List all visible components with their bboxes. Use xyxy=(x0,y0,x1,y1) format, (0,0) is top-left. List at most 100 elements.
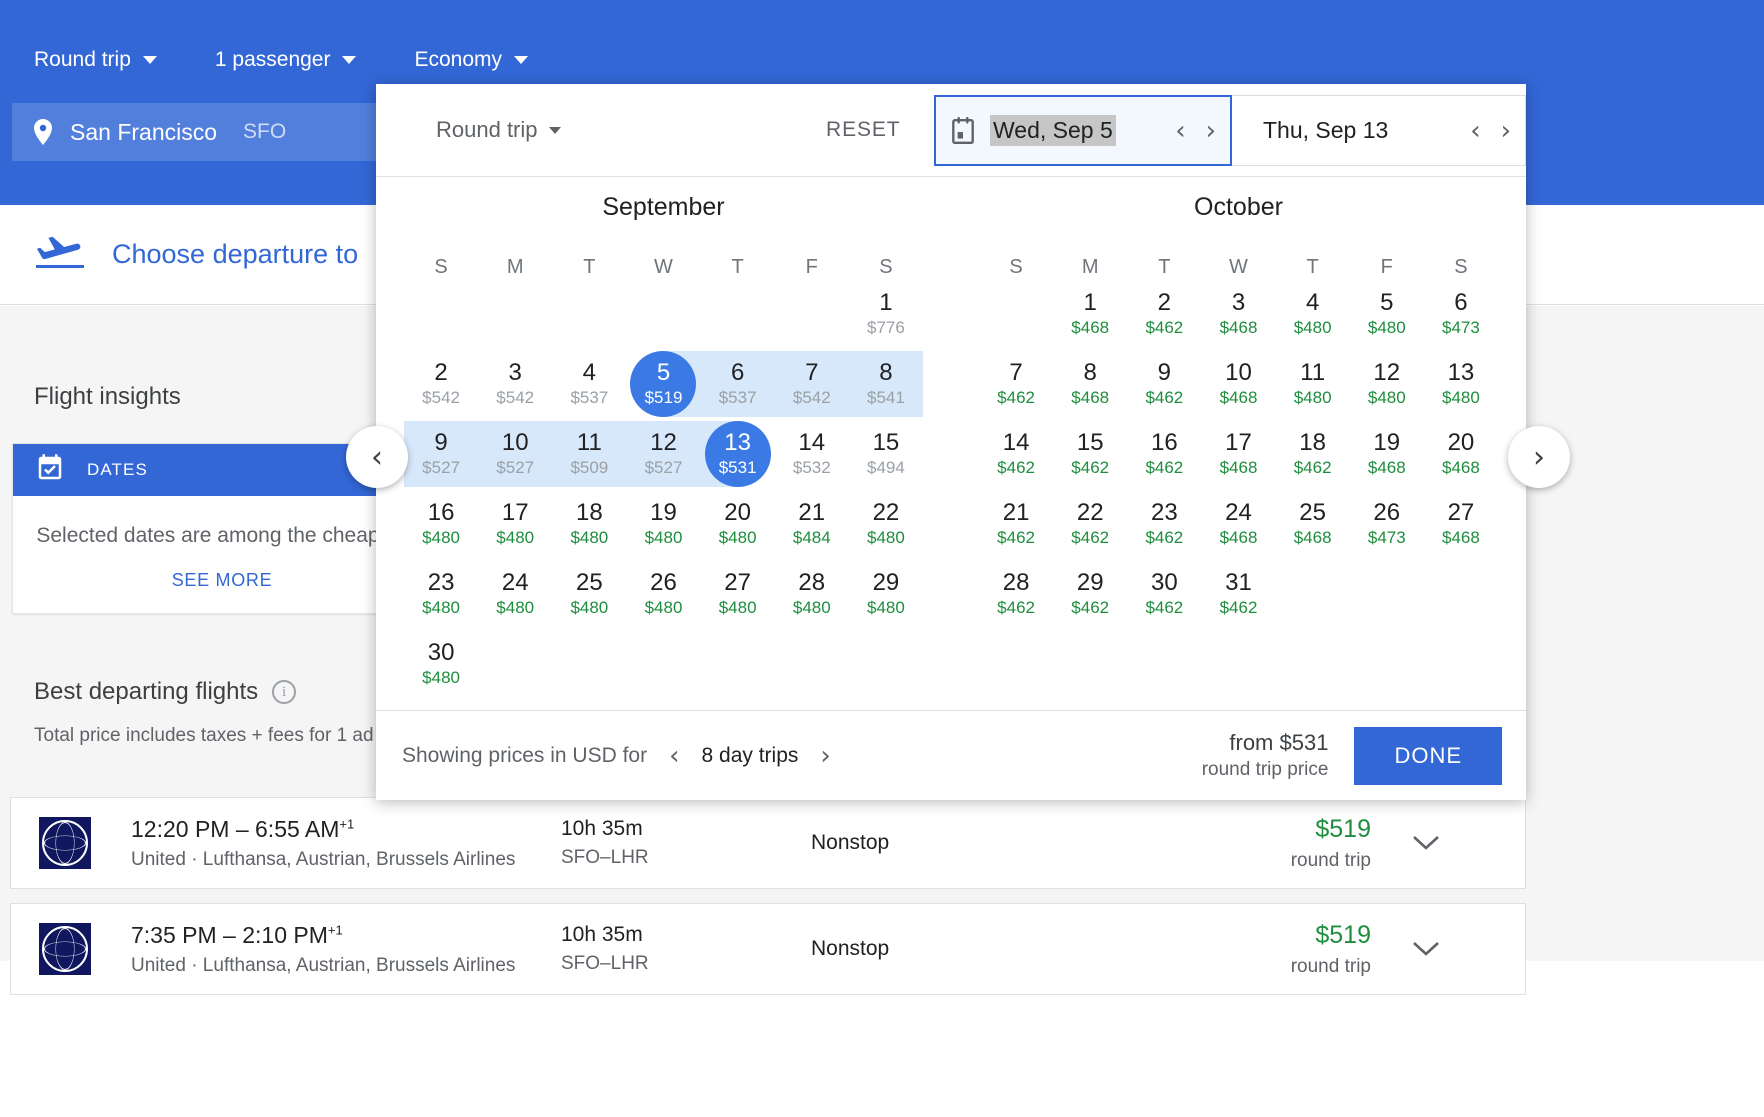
calendar-day-cell[interactable]: 10 $527 xyxy=(478,419,553,489)
calendar-day-cell[interactable]: 19 $468 xyxy=(1350,419,1424,489)
next-month-button[interactable]: › xyxy=(1508,426,1570,488)
passenger-selector[interactable]: 1 passenger xyxy=(215,44,381,76)
calendar-day-cell[interactable]: 13 $531 xyxy=(700,419,775,489)
return-prev-day-chevron-left-icon[interactable]: ‹ xyxy=(1470,118,1480,144)
weekday-label: W xyxy=(1229,256,1248,278)
calendar-day-cell[interactable]: 11 $509 xyxy=(552,419,627,489)
calendar-day-cell[interactable]: 17 $480 xyxy=(478,489,552,559)
calendar-day-cell[interactable]: 1 $776 xyxy=(849,279,923,349)
month-title: September xyxy=(602,193,725,221)
calendar-day-cell[interactable]: 28 $462 xyxy=(979,559,1053,629)
trip-length-prev-chevron-left-icon[interactable]: ‹ xyxy=(669,743,679,769)
cabin-class-selector[interactable]: Economy xyxy=(414,44,552,76)
calendar-day-cell[interactable]: 26 $480 xyxy=(626,559,700,629)
prev-month-button[interactable]: ‹ xyxy=(346,426,408,488)
day-number: 17 xyxy=(1225,428,1252,456)
trip-length-next-chevron-right-icon[interactable]: › xyxy=(820,743,830,769)
expand-flight-chevron-down-icon[interactable] xyxy=(1371,835,1481,851)
calendar-day-cell[interactable]: 12 $480 xyxy=(1350,349,1424,419)
reset-button[interactable]: RESET xyxy=(826,118,901,142)
best-departing-title-row: Best departing flights i xyxy=(34,678,297,706)
departure-prev-day-chevron-left-icon[interactable]: ‹ xyxy=(1175,118,1185,144)
departure-date-field[interactable]: Wed, Sep 5 ‹ › xyxy=(934,95,1232,166)
calendar-day-cell[interactable]: 7 $462 xyxy=(979,349,1053,419)
day-number: 19 xyxy=(1373,428,1401,456)
calendar-day-cell[interactable]: 5 $519 xyxy=(626,349,701,419)
calendar-day-cell[interactable]: 27 $468 xyxy=(1424,489,1498,559)
calendar-day-cell[interactable]: 2 $542 xyxy=(404,349,478,419)
day-number: 18 xyxy=(576,498,603,526)
calendar-day-cell[interactable]: 4 $480 xyxy=(1276,279,1350,349)
calendar-day-cell[interactable]: 1 $468 xyxy=(1053,279,1127,349)
calendar-day-cell[interactable]: 24 $480 xyxy=(478,559,552,629)
calendar-day-cell[interactable]: 29 $480 xyxy=(849,559,923,629)
calendar-day-cell[interactable]: 17 $468 xyxy=(1201,419,1275,489)
expand-flight-chevron-down-icon[interactable] xyxy=(1371,941,1481,957)
calendar-day-cell[interactable]: 22 $480 xyxy=(849,489,923,559)
header-control-group: Round trip 1 passenger Economy xyxy=(34,44,586,76)
calendar-day-cell[interactable]: 30 $462 xyxy=(1127,559,1201,629)
calendar-day-cell[interactable]: 26 $473 xyxy=(1350,489,1424,559)
return-next-day-chevron-right-icon[interactable]: › xyxy=(1501,118,1511,144)
calendar-week-row: 21 $462 22 $462 23 $462 24 $468 25 $468 26 $473 27 $4… xyxy=(951,489,1526,559)
calendar-day-cell[interactable]: 23 $462 xyxy=(1127,489,1201,559)
calendar-day-cell[interactable]: 6 $537 xyxy=(700,349,775,419)
calendar-day-cell[interactable]: 31 $462 xyxy=(1201,559,1275,629)
calendar-day-cell[interactable]: 19 $480 xyxy=(626,489,700,559)
calendar-day-cell[interactable]: 27 $480 xyxy=(701,559,775,629)
calendar-day-cell[interactable]: 14 $532 xyxy=(775,419,849,489)
departure-next-day-chevron-right-icon[interactable]: › xyxy=(1206,118,1216,144)
calendar-day-cell[interactable]: 9 $527 xyxy=(404,419,479,489)
trip-length-value: 8 day trips xyxy=(701,743,799,767)
calendar-day-cell[interactable]: 21 $462 xyxy=(979,489,1053,559)
calendar-day-cell[interactable]: 11 $480 xyxy=(1276,349,1350,419)
calendar-day-cell[interactable]: 16 $480 xyxy=(404,489,478,559)
calendar-day-cell[interactable]: 14 $462 xyxy=(979,419,1053,489)
calendar-day-cell[interactable]: 12 $527 xyxy=(626,419,701,489)
calendar-day-cell[interactable]: 25 $480 xyxy=(552,559,626,629)
calendar-day-cell[interactable]: 23 $480 xyxy=(404,559,478,629)
dialog-trip-type-selector[interactable]: Round trip xyxy=(436,117,561,143)
calendar-day-cell[interactable]: 25 $468 xyxy=(1276,489,1350,559)
calendar-day-cell[interactable]: 4 $537 xyxy=(552,349,626,419)
calendar-day-cell[interactable]: 15 $462 xyxy=(1053,419,1127,489)
day-number: 13 xyxy=(1447,358,1475,386)
flight-stops: Nonstop xyxy=(811,831,890,854)
info-icon[interactable]: i xyxy=(272,680,297,704)
calendar-day-cell[interactable]: 9 $462 xyxy=(1127,349,1201,419)
calendar-day-cell[interactable]: 18 $480 xyxy=(552,489,626,559)
calendar-day-cell[interactable]: 8 $468 xyxy=(1053,349,1127,419)
calendar-day-cell[interactable]: 20 $468 xyxy=(1424,419,1498,489)
calendar-day-cell[interactable]: 16 $462 xyxy=(1127,419,1201,489)
calendar-day-cell[interactable]: 21 $484 xyxy=(775,489,849,559)
day-number: 2 xyxy=(434,358,448,386)
calendar-day-cell[interactable]: 5 $480 xyxy=(1350,279,1424,349)
calendar-day-cell[interactable]: 3 $542 xyxy=(478,349,552,419)
day-price: $527 xyxy=(422,458,460,478)
flight-result-row[interactable]: 7:35 PM – 2:10 PM+1 United · Lufthansa, … xyxy=(10,903,1526,995)
calendar-day-cell[interactable]: 22 $462 xyxy=(1053,489,1127,559)
calendar-day-cell[interactable]: 24 $468 xyxy=(1201,489,1275,559)
day-price: $462 xyxy=(997,598,1035,618)
day-number: 4 xyxy=(1305,288,1320,316)
calendar-day-cell[interactable]: 3 $468 xyxy=(1201,279,1275,349)
calendar-empty-cell xyxy=(1276,559,1350,629)
calendar-day-cell[interactable]: 15 $494 xyxy=(849,419,923,489)
calendar-day-cell[interactable]: 8 $541 xyxy=(848,349,924,419)
calendar-day-cell[interactable]: 13 $480 xyxy=(1424,349,1498,419)
done-button[interactable]: DONE xyxy=(1354,726,1502,785)
dialog-trip-type-label: Round trip xyxy=(436,117,538,142)
calendar-day-cell[interactable]: 6 $473 xyxy=(1424,279,1498,349)
see-more-link[interactable]: SEE MORE xyxy=(31,570,413,591)
calendar-day-cell[interactable]: 29 $462 xyxy=(1053,559,1127,629)
calendar-day-cell[interactable]: 7 $542 xyxy=(774,349,849,419)
calendar-day-cell[interactable]: 10 $468 xyxy=(1201,349,1275,419)
flight-result-row[interactable]: 12:20 PM – 6:55 AM+1 United · Lufthansa,… xyxy=(10,797,1526,889)
calendar-day-cell[interactable]: 2 $462 xyxy=(1127,279,1201,349)
trip-type-selector[interactable]: Round trip xyxy=(34,44,181,76)
calendar-day-cell[interactable]: 28 $480 xyxy=(775,559,849,629)
return-date-field[interactable]: Thu, Sep 13 ‹ › xyxy=(1232,95,1526,166)
calendar-day-cell[interactable]: 18 $462 xyxy=(1276,419,1350,489)
calendar-day-cell[interactable]: 30 $480 xyxy=(404,629,478,699)
calendar-day-cell[interactable]: 20 $480 xyxy=(701,489,775,559)
